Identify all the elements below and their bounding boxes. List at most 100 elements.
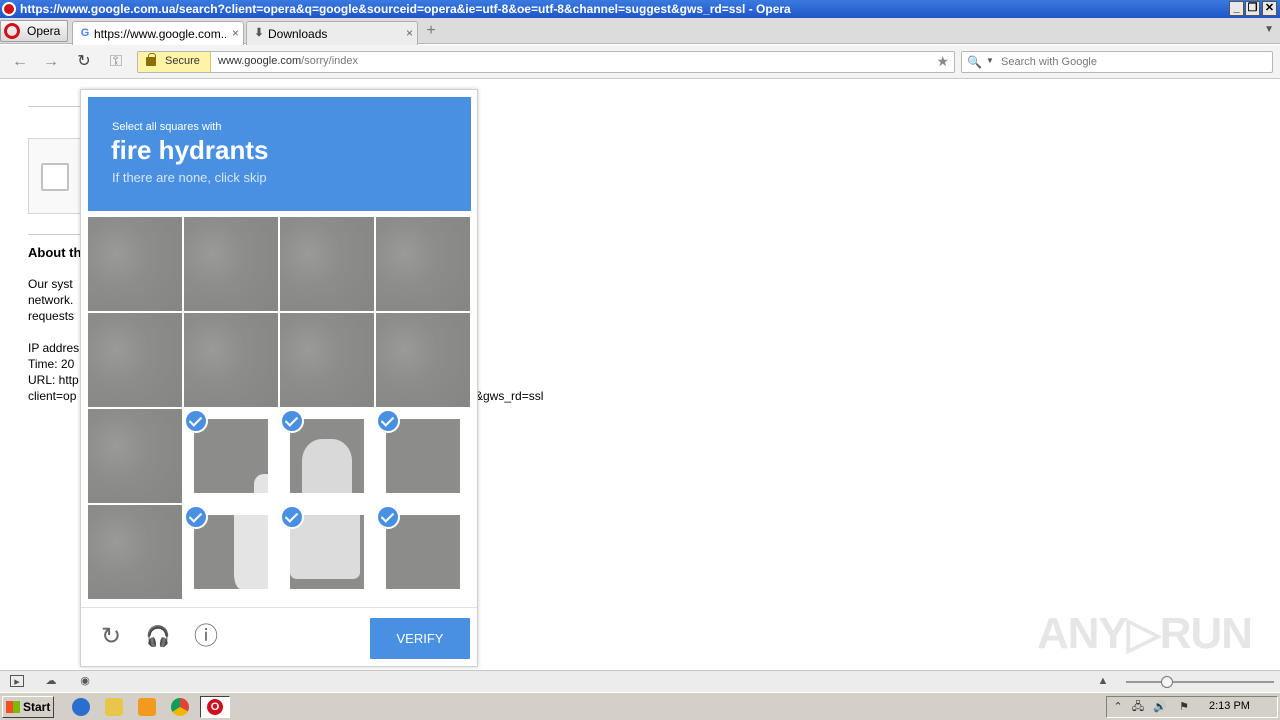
selected-checkmark-icon: [280, 409, 304, 433]
new-tab-button[interactable]: +: [422, 23, 440, 41]
tab-downloads[interactable]: ⬇ Downloads ×: [246, 21, 418, 45]
challenge-tile[interactable]: [88, 505, 182, 599]
tab-google-search[interactable]: G https://www.google.com... ×: [72, 21, 244, 45]
opera-taskbar-icon: O: [207, 699, 223, 715]
zoom-slider-knob[interactable]: [1161, 676, 1173, 688]
opera-app-icon: [2, 2, 16, 16]
back-button[interactable]: ←: [9, 52, 31, 72]
recaptcha-anchor-box: [28, 138, 88, 214]
page-text-line: Our syst: [28, 277, 73, 291]
challenge-tile[interactable]: [280, 313, 374, 407]
network-icon[interactable]: 🖧: [1131, 700, 1145, 714]
page-text-line: IP addres: [28, 341, 80, 355]
lock-icon: [146, 53, 156, 66]
close-window-button[interactable]: ✕: [1262, 1, 1277, 16]
media-player-icon[interactable]: [138, 698, 156, 716]
secure-label: Secure: [165, 55, 200, 67]
recaptcha-checkbox[interactable]: [41, 163, 69, 191]
tile-image: [194, 419, 268, 493]
challenge-hint: If there are none, click skip: [112, 170, 267, 185]
windows-taskbar: Start O ⌃ 🖧 🔊 ⚑ 2:13 PM: [0, 692, 1280, 720]
challenge-tile[interactable]: [280, 217, 374, 311]
challenge-tile[interactable]: [280, 505, 374, 599]
tile-image: [290, 419, 364, 493]
selected-checkmark-icon: [280, 505, 304, 529]
zoom-slider-track[interactable]: [1126, 681, 1274, 683]
reload-button[interactable]: ↻: [73, 52, 95, 72]
url-host: www.google.com: [218, 55, 302, 67]
secure-badge[interactable]: Secure: [138, 52, 211, 72]
address-bar[interactable]: Secure www.google.com/sorry/index ★: [137, 51, 955, 73]
challenge-tile[interactable]: [184, 217, 278, 311]
clock: 2:13 PM: [1209, 700, 1250, 712]
page-text-line: requests: [28, 309, 75, 323]
internet-explorer-icon[interactable]: [72, 698, 90, 716]
reload-challenge-icon[interactable]: ↻: [96, 622, 126, 652]
search-placeholder: Search with Google: [1001, 56, 1097, 68]
challenge-tile[interactable]: [88, 409, 182, 503]
challenge-tile[interactable]: [184, 409, 278, 503]
opera-logo-icon: [4, 23, 20, 39]
show-hidden-icons-icon[interactable]: ⌃: [1111, 700, 1125, 714]
selected-checkmark-icon: [184, 505, 208, 529]
challenge-tile-grid: [88, 217, 472, 601]
anyrun-watermark: ANY▷RUN: [1037, 609, 1253, 658]
about-heading: About th: [28, 245, 82, 260]
window-titlebar: https://www.google.com.ua/search?client=…: [0, 0, 1280, 18]
bookmark-star-icon[interactable]: ★: [936, 53, 949, 70]
tab-close-icon[interactable]: ×: [232, 26, 239, 40]
page-text-line: network.: [28, 293, 74, 307]
challenge-tile[interactable]: [376, 313, 470, 407]
tab-bar: Opera G https://www.google.com... × ⬇ Do…: [0, 18, 1280, 45]
folder-icon[interactable]: [105, 698, 123, 716]
recaptcha-challenge: Select all squares with fire hydrants If…: [80, 89, 478, 667]
restore-button[interactable]: ❐: [1245, 1, 1260, 16]
tab-close-icon[interactable]: ×: [406, 26, 413, 40]
key-icon[interactable]: ⚿: [105, 52, 127, 72]
selected-checkmark-icon: [376, 505, 400, 529]
challenge-header: Select all squares with fire hydrants If…: [88, 97, 471, 211]
challenge-tile[interactable]: [280, 409, 374, 503]
tile-image: [386, 515, 460, 589]
info-icon[interactable]: ⓘ: [191, 622, 221, 652]
challenge-tile[interactable]: [376, 505, 470, 599]
start-label: Start: [23, 700, 51, 714]
url-text[interactable]: www.google.com/sorry/index: [218, 55, 358, 67]
audio-challenge-icon[interactable]: 🎧: [143, 622, 173, 652]
hydrant-fragment: [302, 439, 352, 493]
challenge-tile[interactable]: [376, 217, 470, 311]
selected-checkmark-icon: [376, 409, 400, 433]
divider: [28, 234, 88, 235]
search-engine-dropdown-icon[interactable]: ▼: [986, 56, 994, 65]
challenge-tile[interactable]: [184, 505, 278, 599]
challenge-tile[interactable]: [376, 409, 470, 503]
forward-button[interactable]: →: [40, 52, 62, 72]
challenge-tile[interactable]: [88, 217, 182, 311]
opera-menu-button[interactable]: Opera: [0, 20, 68, 42]
start-button[interactable]: Start: [2, 696, 54, 718]
tab-menu-chevron-icon[interactable]: ▼: [1264, 24, 1274, 35]
challenge-tile[interactable]: [184, 313, 278, 407]
minimize-button[interactable]: _: [1229, 1, 1244, 16]
panel-toggle-icon[interactable]: ▸: [10, 675, 24, 688]
window-title: https://www.google.com.ua/search?client=…: [20, 2, 791, 16]
selected-checkmark-icon: [184, 409, 208, 433]
downloads-favicon-icon: ⬇: [254, 27, 264, 39]
challenge-tile[interactable]: [88, 313, 182, 407]
challenge-instruction: Select all squares with: [112, 121, 222, 133]
view-options-icon[interactable]: ▲: [1096, 675, 1110, 687]
action-center-flag-icon[interactable]: ⚑: [1177, 700, 1191, 714]
page-text-line: client=op: [28, 389, 77, 403]
search-box[interactable]: 🔍 ▼ Search with Google: [961, 51, 1273, 73]
speed-dial-icon[interactable]: ◉: [78, 675, 92, 687]
opera-taskbar-button[interactable]: O: [200, 696, 230, 718]
opera-menu-label: Opera: [27, 24, 61, 38]
chrome-icon[interactable]: [171, 698, 189, 716]
tile-image: [194, 515, 268, 589]
volume-icon[interactable]: 🔊: [1153, 700, 1167, 714]
page-text-line: URL: http: [28, 373, 79, 387]
system-tray: ⌃ 🖧 🔊 ⚑ 2:13 PM: [1106, 696, 1278, 718]
tab-label: Downloads: [268, 27, 328, 41]
cloud-sync-icon[interactable]: ☁: [44, 675, 58, 687]
verify-button[interactable]: VERIFY: [370, 618, 470, 659]
